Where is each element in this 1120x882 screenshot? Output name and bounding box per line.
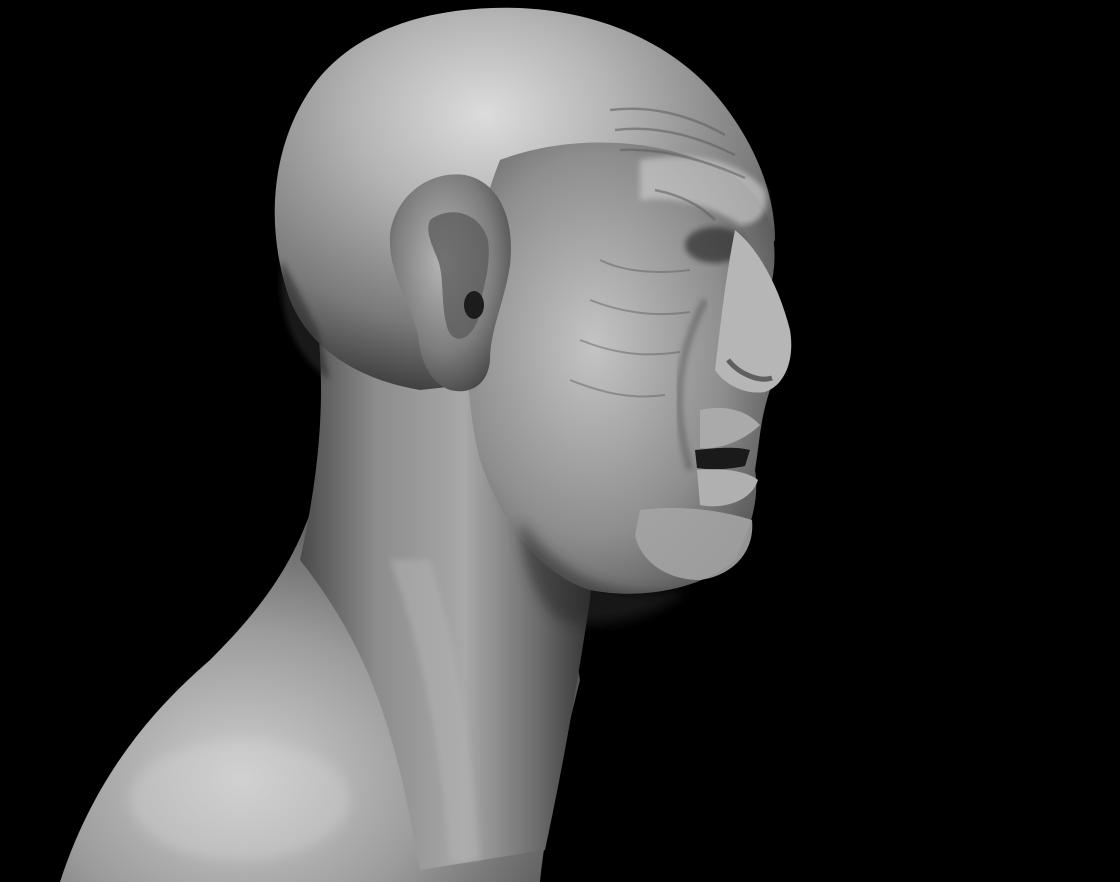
ear-canal-shape — [464, 291, 484, 319]
shoulder-highlight-shape — [130, 740, 350, 860]
sculpt-render — [60, 7, 792, 882]
render-viewport — [0, 0, 1120, 882]
mouth-gap-shape — [695, 447, 750, 470]
